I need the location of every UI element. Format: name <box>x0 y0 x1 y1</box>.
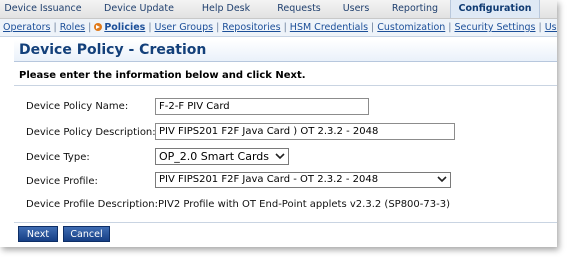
title-bar: Device Policy - Creation <box>14 40 557 62</box>
subnav-hsm-credentials[interactable]: HSM Credentials <box>290 22 368 33</box>
top-nav: Device Issuance Device Update Help Desk … <box>0 0 557 19</box>
device-type-select[interactable]: OP_2.0 Smart Cards <box>155 148 289 165</box>
tab-help-desk[interactable]: Help Desk <box>188 0 264 18</box>
subnav-user-portal[interactable]: User Portal <box>545 22 557 33</box>
device-profile-value: PIV FIPS201 F2F Java Card - OT 2.3.2 - 2… <box>159 174 379 185</box>
subnav-roles[interactable]: Roles <box>60 22 85 33</box>
policies-bullet-icon <box>94 23 103 31</box>
device-type-label: Device Type: <box>26 152 90 163</box>
tab-device-update[interactable]: Device Update <box>94 0 184 18</box>
next-button[interactable]: Next <box>18 226 58 242</box>
profile-description-label: Device Profile Description: <box>26 199 158 210</box>
tab-device-issuance[interactable]: Device Issuance <box>0 0 86 18</box>
policy-description-label: Device Policy Description: <box>26 127 156 138</box>
policy-description-input[interactable]: PIV FIPS201 F2F Java Card ) OT 2.3.2 - 2… <box>155 123 455 140</box>
tab-users[interactable]: Users <box>332 0 380 18</box>
chevron-down-icon <box>275 152 285 159</box>
window: Device Issuance Device Update Help Desk … <box>0 0 557 247</box>
page-title: Device Policy - Creation <box>19 42 207 58</box>
device-profile-select[interactable]: PIV FIPS201 F2F Java Card - OT 2.3.2 - 2… <box>155 172 451 188</box>
tab-requests[interactable]: Requests <box>266 0 332 18</box>
chevron-down-icon <box>437 176 447 183</box>
subnav-repositories[interactable]: Repositories <box>222 22 280 33</box>
subnav-customization[interactable]: Customization <box>377 22 445 33</box>
tab-reporting[interactable]: Reporting <box>384 0 446 18</box>
sub-nav: Operators | Roles | Policies | User Groups | Rep… <box>0 19 557 37</box>
cancel-button[interactable]: Cancel <box>63 226 110 242</box>
tab-configuration[interactable]: Configuration <box>450 0 540 18</box>
device-profile-label: Device Profile: <box>26 176 98 187</box>
device-type-value: OP_2.0 Smart Cards <box>159 150 270 163</box>
subnav-operators[interactable]: Operators <box>3 22 50 33</box>
profile-description-value: PIV2 Profile with OT End-Point applets v… <box>158 199 450 210</box>
subnav-policies[interactable]: Policies <box>104 22 145 33</box>
subnav-security-settings[interactable]: Security Settings <box>455 22 536 33</box>
policy-name-input[interactable]: F-2-F PIV Card <box>155 98 369 115</box>
subnav-user-groups[interactable]: User Groups <box>155 22 214 33</box>
instructions-text: Please enter the information below and c… <box>19 70 306 81</box>
policy-name-label: Device Policy Name: <box>26 101 129 112</box>
